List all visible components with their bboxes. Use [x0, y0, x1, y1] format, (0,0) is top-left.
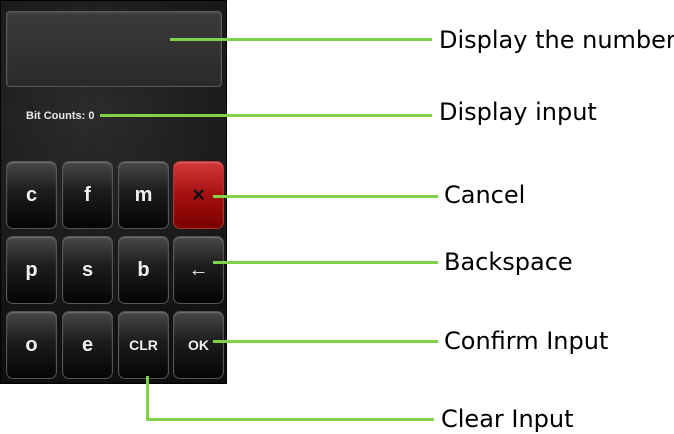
label-backspace: Backspace — [444, 248, 573, 276]
close-icon: × — [192, 182, 205, 207]
backspace-button[interactable]: ← — [173, 236, 224, 304]
label-cancel: Cancel — [444, 181, 526, 209]
label-display-input: Display input — [439, 98, 597, 126]
key-o[interactable]: o — [6, 311, 57, 379]
key-b[interactable]: b — [118, 236, 169, 304]
callout-line-clear-vertical — [146, 376, 149, 421]
label-clear-input: Clear Input — [441, 405, 574, 433]
label-confirm-input: Confirm Input — [444, 327, 609, 355]
key-e[interactable]: e — [62, 311, 113, 379]
callout-line-display-input — [100, 114, 432, 117]
callout-line-confirm — [213, 340, 438, 343]
key-c[interactable]: c — [6, 161, 57, 229]
callout-line-display-number — [170, 38, 432, 41]
label-display-number: Display the number — [439, 26, 674, 54]
keypad-device: Bit Counts: 0 c f m × p s b ← o e CLR OK — [0, 0, 227, 384]
callout-line-clear-horizontal — [146, 418, 434, 421]
backspace-arrow-icon: ← — [188, 258, 209, 281]
callout-line-backspace — [213, 261, 438, 264]
callout-line-cancel — [213, 195, 438, 198]
key-p[interactable]: p — [6, 236, 57, 304]
key-f[interactable]: f — [62, 161, 113, 229]
number-display — [6, 11, 222, 87]
bit-counts-label: Bit Counts: 0 — [26, 110, 95, 122]
key-s[interactable]: s — [62, 236, 113, 304]
ok-button[interactable]: OK — [173, 311, 224, 379]
clear-button[interactable]: CLR — [118, 311, 169, 379]
key-m[interactable]: m — [118, 161, 169, 229]
